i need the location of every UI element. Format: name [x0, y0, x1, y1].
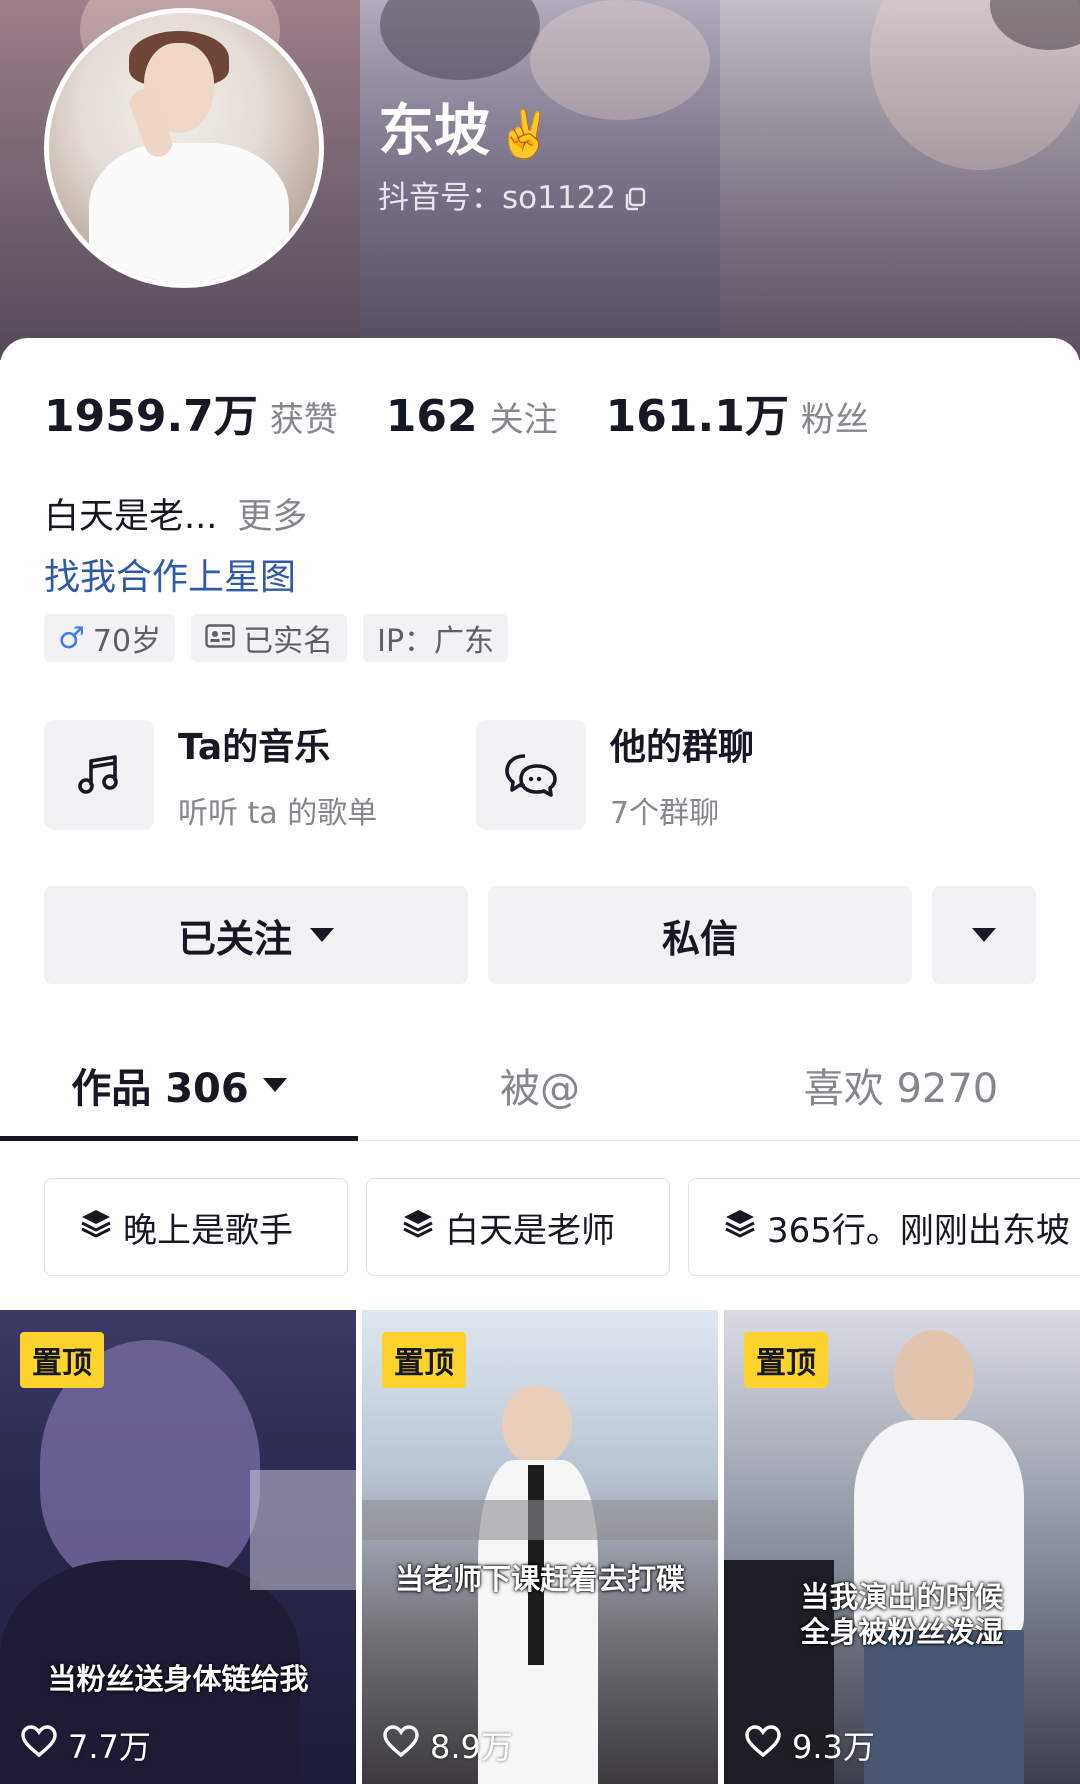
pinned-badge: 置顶	[20, 1332, 104, 1388]
layers-icon	[723, 1206, 757, 1249]
pinned-badge: 置顶	[382, 1332, 466, 1388]
layers-icon	[79, 1206, 113, 1249]
caret-down-icon	[310, 928, 334, 942]
collection-chip[interactable]: 365行。刚刚出东坡	[688, 1178, 1080, 1276]
tab-liked[interactable]: 喜欢 9270	[722, 1030, 1080, 1140]
video-caption: 当我演出的时候 全身被粉丝泼湿	[800, 1580, 1004, 1649]
chat-bubbles-icon	[476, 720, 586, 830]
copy-icon[interactable]	[624, 183, 646, 210]
video-caption: 当老师下课赶着去打碟	[394, 1562, 685, 1596]
bio: 白天是老... 更多	[44, 488, 307, 539]
verified-tag: 已实名	[191, 614, 348, 662]
video-thumbnail[interactable]: 置顶 当我演出的时候 全身被粉丝泼湿 9.3万	[724, 1310, 1080, 1784]
message-button[interactable]: 私信	[488, 886, 912, 984]
content-tabs: 作品 306 被@ 喜欢 9270	[0, 1030, 1080, 1141]
followed-button[interactable]: 已关注	[44, 886, 468, 984]
profile-name: 东坡 ✌️	[378, 99, 554, 164]
music-entry[interactable]: Ta的音乐 听听 ta 的歌单	[44, 718, 377, 832]
more-options-button[interactable]	[932, 886, 1036, 984]
stat-followers[interactable]: 161.1万 粉丝	[606, 380, 869, 444]
tab-works[interactable]: 作品 306	[0, 1030, 358, 1140]
video-thumbnail[interactable]: 置顶 当粉丝送身体链给我 7.7万	[0, 1310, 356, 1784]
video-caption: 当粉丝送身体链给我	[47, 1662, 309, 1696]
caret-down-icon	[262, 1078, 287, 1092]
profile-tags: ♂ 70岁 已实名 IP：广东	[44, 614, 509, 662]
victory-hand-icon: ✌️	[496, 107, 554, 161]
video-thumbnail[interactable]: 置顶 当老师下课赶着去打碟 8.9万	[362, 1310, 718, 1784]
douyin-id[interactable]: 抖音号：so1122	[378, 172, 646, 217]
caret-down-icon	[972, 928, 996, 942]
bio-more-link[interactable]: 更多	[237, 497, 307, 537]
stats-row: 1959.7万 获赞 162 关注 161.1万 粉丝	[44, 380, 917, 444]
group-chat-entry[interactable]: 他的群聊 7个群聊	[476, 718, 754, 832]
video-likes: 9.3万	[744, 1722, 875, 1768]
music-note-icon	[44, 720, 154, 830]
video-likes: 8.9万	[382, 1722, 513, 1768]
collection-chip[interactable]: 晚上是歌手	[44, 1178, 348, 1276]
profile-card: 1959.7万 获赞 162 关注 161.1万 粉丝 白天是老... 更多 找我…	[0, 338, 1080, 1784]
avatar[interactable]	[44, 8, 324, 288]
tab-mentions[interactable]: 被@	[358, 1030, 722, 1140]
xingtu-link[interactable]: 找我合作上星图	[44, 548, 296, 600]
collection-chip[interactable]: 白天是老师	[366, 1178, 670, 1276]
heart-icon	[382, 1724, 420, 1766]
heart-icon	[744, 1724, 782, 1766]
pinned-badge: 置顶	[744, 1332, 828, 1388]
stat-following[interactable]: 162 关注	[386, 391, 558, 442]
ip-tag: IP：广东	[363, 614, 509, 662]
layers-icon	[401, 1206, 435, 1249]
male-icon: ♂	[58, 620, 85, 656]
id-card-icon	[205, 621, 235, 656]
heart-icon	[20, 1724, 58, 1766]
video-likes: 7.7万	[20, 1722, 151, 1768]
age-tag: ♂ 70岁	[44, 614, 176, 662]
stat-likes[interactable]: 1959.7万 获赞	[44, 380, 338, 444]
active-tab-indicator	[0, 1136, 358, 1141]
bio-text: 白天是老...	[44, 497, 218, 537]
